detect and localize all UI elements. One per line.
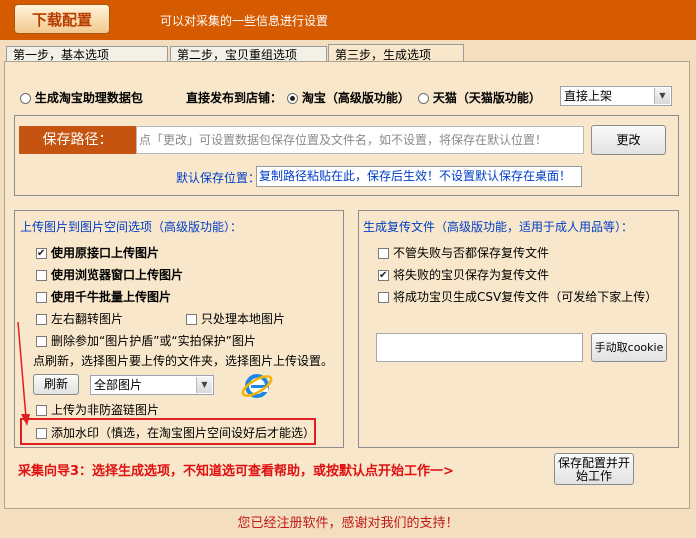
- chevron-down-icon: ▼: [196, 377, 212, 393]
- opt-anti-leech[interactable]: 上传为非防盗链图片: [36, 402, 159, 418]
- save-path-label: 保存路径：: [19, 126, 136, 154]
- opt-delete-protected[interactable]: 删除参加“图片护盾”或“实拍保护”图片: [36, 333, 256, 349]
- default-save-label: 默认保存位置：: [176, 171, 261, 185]
- radio-package[interactable]: [20, 93, 31, 104]
- checkbox-delete-protected[interactable]: [36, 336, 47, 347]
- opt-local-only[interactable]: 只处理本地图片: [186, 311, 285, 327]
- radio-package-option[interactable]: 生成淘宝助理数据包: [20, 90, 143, 106]
- shelf-select[interactable]: 直接上架 ▼: [560, 86, 672, 106]
- opt-repost-failed[interactable]: 将失败的宝贝保存为复传文件: [378, 267, 549, 284]
- opt-flip-image[interactable]: 左右翻转图片: [36, 311, 123, 327]
- footer-text: 您已经注册软件，感谢对我们的支持！: [237, 516, 459, 531]
- opt-repost-all[interactable]: 不管失败与否都保存复传文件: [378, 245, 549, 261]
- checkbox-local-only[interactable]: [186, 314, 197, 325]
- upload-options-title: 上传图片到图片空间选项（高级版功能）：: [20, 220, 243, 234]
- checkbox-repost-failed[interactable]: [378, 268, 389, 284]
- header-description: 可以对采集的一些信息进行设置: [160, 14, 329, 28]
- chevron-down-icon: ▼: [654, 88, 670, 104]
- radio-taobao-option[interactable]: 淘宝（高级版功能）: [287, 90, 410, 106]
- direct-publish-label: 直接发布到店铺：: [186, 91, 283, 105]
- checkbox-watermark[interactable]: [36, 428, 47, 439]
- checkbox-qianniu[interactable]: [36, 292, 47, 303]
- browser-icon[interactable]: [241, 370, 273, 402]
- radio-taobao[interactable]: [287, 93, 298, 104]
- opt-watermark[interactable]: 添加水印（慎选，在淘宝图片空间设好后才能选）: [36, 425, 315, 441]
- cookie-input[interactable]: [376, 333, 583, 362]
- opt-browser-upload[interactable]: 使用浏览器窗口上传图片: [36, 267, 183, 283]
- guide-text: 采集向导3：选择生成选项，不知道选可查看帮助，或按默认点开始工作一>: [18, 464, 454, 479]
- save-and-start-button[interactable]: 保存配置并开始工作: [554, 453, 634, 485]
- checkbox-original[interactable]: [36, 246, 47, 262]
- checkbox-repost-all[interactable]: [378, 248, 389, 259]
- change-button[interactable]: 更改: [591, 125, 666, 155]
- get-cookie-button[interactable]: 手动取cookie: [591, 333, 667, 362]
- refresh-hint: 点刷新，选择图片要上传的文件夹，选择图片上传设置。: [33, 354, 334, 368]
- radio-tmall[interactable]: [418, 93, 429, 104]
- checkbox-flip[interactable]: [36, 314, 47, 325]
- radio-tmall-option[interactable]: 天猫（天猫版功能）: [418, 90, 541, 106]
- checkbox-anti-leech[interactable]: [36, 405, 47, 416]
- checkbox-repost-csv[interactable]: [378, 292, 389, 303]
- opt-repost-success-csv[interactable]: 将成功宝贝生成CSV复传文件（可发给下家上传）: [378, 289, 657, 305]
- checkbox-browser[interactable]: [36, 270, 47, 281]
- opt-original-interface[interactable]: 使用原接口上传图片: [36, 245, 159, 262]
- opt-qianniu-upload[interactable]: 使用千牛批量上传图片: [36, 289, 171, 305]
- save-path-input[interactable]: 点「更改」可设置数据包保存位置及文件名，如不设置，将保存在默认位置！: [136, 126, 584, 154]
- repost-options-title: 生成复传文件（高级版功能，适用于成人用品等）：: [363, 220, 634, 234]
- default-save-input[interactable]: 复制路径粘贴在此，保存后生效！不设置默认保存在桌面！: [256, 166, 582, 187]
- red-arrow-icon: [17, 321, 30, 426]
- folder-select[interactable]: 全部图片 ▼: [90, 375, 214, 395]
- download-config-tab[interactable]: 下载配置: [14, 4, 110, 34]
- refresh-button[interactable]: 刷新: [33, 374, 79, 395]
